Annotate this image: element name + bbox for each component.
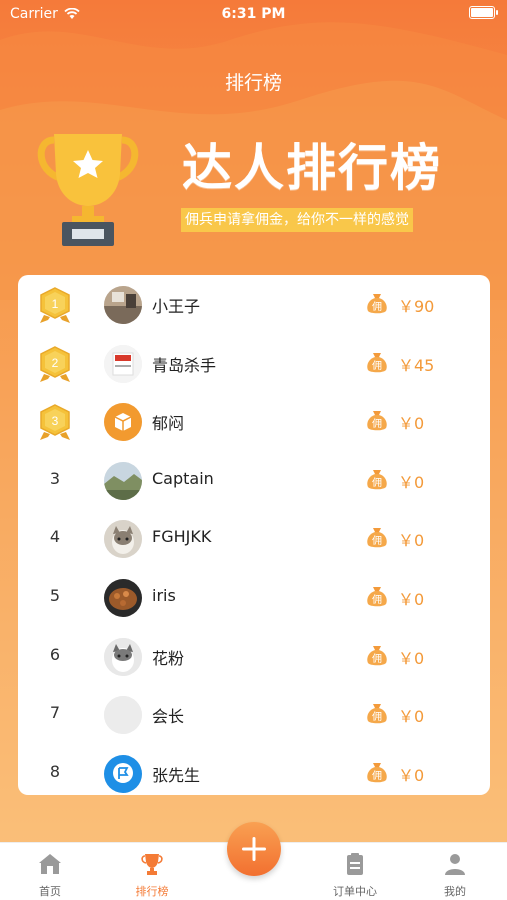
commission-amount: ￥45 bbox=[398, 355, 435, 375]
status-time: 6:31 PM bbox=[221, 6, 286, 22]
medal-icon: 3 bbox=[40, 404, 70, 441]
tab-ranking-label: 排行榜 bbox=[135, 885, 169, 898]
commission-amount: ￥0 bbox=[398, 590, 425, 609]
coin-label: 佣 bbox=[372, 418, 382, 430]
tab-mine-label: 我的 bbox=[444, 885, 466, 898]
commission-amount: ￥0 bbox=[398, 472, 425, 492]
medal-icon: 2 bbox=[40, 345, 70, 382]
commission-amount: ￥0 bbox=[398, 531, 425, 551]
avatar-image bbox=[104, 344, 142, 383]
avatar-image bbox=[104, 754, 142, 793]
rank-number: 3 bbox=[49, 468, 61, 488]
user-name: Captain bbox=[152, 468, 214, 488]
hero-subtitle: 佣兵申请拿佣金，给你不一样的感觉 bbox=[181, 208, 413, 232]
commission-amount: ￥0 bbox=[398, 414, 425, 434]
commission-bag-icon: 佣 bbox=[367, 528, 387, 548]
user-avatar[interactable] bbox=[104, 637, 142, 676]
rank-number: 6 bbox=[49, 644, 61, 664]
user-name: FGHJKK bbox=[152, 527, 212, 547]
avatar-image bbox=[104, 579, 142, 617]
avatar-image bbox=[104, 520, 142, 559]
commission-bag-icon: 佣 bbox=[367, 294, 387, 314]
commission-bag-icon: 佣 bbox=[367, 762, 387, 783]
ranking-row[interactable]: 2 青岛杀手 佣 ￥45 bbox=[18, 334, 490, 392]
commission-bag-icon: 佣 bbox=[367, 352, 387, 372]
rank-number: 8 bbox=[49, 761, 61, 781]
commission-amount: ￥0 bbox=[398, 765, 425, 785]
ranking-row[interactable]: 3 Captain 佣 ￥0 bbox=[18, 451, 490, 509]
trophy-icon bbox=[37, 134, 139, 246]
svg-text:2: 2 bbox=[52, 356, 59, 370]
user-avatar[interactable] bbox=[104, 696, 142, 735]
coin-label: 佣 bbox=[372, 594, 382, 606]
commission-bag-icon: 佣 bbox=[367, 469, 387, 490]
user-avatar[interactable] bbox=[104, 579, 142, 617]
user-avatar[interactable] bbox=[104, 403, 142, 442]
tab-home[interactable]: 首页 bbox=[0, 843, 100, 900]
coin-label: 佣 bbox=[372, 477, 382, 489]
coin-label: 佣 bbox=[372, 711, 382, 723]
user-name: 花粉 bbox=[152, 648, 185, 668]
commission-bag-icon: 佣 bbox=[367, 411, 387, 431]
ranking-row[interactable]: 4 FGHJKK 佣 ￥0 bbox=[18, 509, 490, 567]
rank-number: 4 bbox=[49, 527, 61, 547]
trophy-tab-icon bbox=[141, 854, 163, 875]
ranking-row[interactable]: 6 花粉 佣 ￥0 bbox=[18, 627, 490, 685]
user-icon bbox=[445, 854, 465, 875]
user-avatar[interactable] bbox=[104, 344, 142, 383]
rank-number: 7 bbox=[49, 703, 61, 723]
user-avatar[interactable] bbox=[104, 754, 142, 793]
tab-home-label: 首页 bbox=[39, 885, 61, 898]
ranking-row[interactable]: 7 会长 佣 ￥0 bbox=[18, 685, 490, 743]
user-name: 郁闷 bbox=[152, 414, 185, 434]
user-name: 青岛杀手 bbox=[152, 355, 217, 375]
avatar-image bbox=[104, 403, 142, 442]
user-avatar[interactable] bbox=[104, 520, 142, 559]
coin-label: 佣 bbox=[372, 770, 382, 782]
avatar-image bbox=[104, 286, 142, 324]
ranking-row[interactable]: 1 小王子 佣 ￥90 bbox=[18, 275, 490, 333]
medal-icon: 1 bbox=[40, 287, 70, 323]
tab-ranking[interactable]: 排行榜 bbox=[102, 843, 202, 900]
hero-title: 达人排行榜 bbox=[182, 139, 442, 197]
user-name: 小王子 bbox=[152, 297, 201, 316]
home-icon bbox=[39, 854, 61, 874]
coin-label: 佣 bbox=[372, 535, 382, 547]
status-bar: Carrier 6:31 PM bbox=[0, 0, 507, 30]
clipboard-icon bbox=[347, 853, 363, 875]
add-button[interactable] bbox=[227, 822, 281, 876]
avatar-image bbox=[104, 637, 142, 676]
user-name: 张先生 bbox=[152, 765, 201, 785]
commission-amount: ￥0 bbox=[398, 707, 425, 727]
avatar-image bbox=[104, 696, 142, 735]
commission-bag-icon: 佣 bbox=[367, 645, 387, 665]
user-name: 会长 bbox=[152, 707, 185, 727]
rank-number: 5 bbox=[49, 586, 61, 605]
page-title: 排行榜 bbox=[224, 72, 282, 94]
avatar-image bbox=[104, 461, 142, 500]
commission-bag-icon: 佣 bbox=[367, 587, 387, 607]
tab-mine[interactable]: 我的 bbox=[405, 843, 505, 900]
plus-icon bbox=[242, 837, 266, 861]
tab-orders-label: 订单中心 bbox=[333, 885, 377, 898]
commission-amount: ￥90 bbox=[398, 297, 435, 316]
commission-bag-icon: 佣 bbox=[367, 704, 387, 724]
ranking-list: 1 小王子 佣 ￥90 2 青岛杀手 佣 ￥45 3 郁闷 佣 ￥0 3 Cap… bbox=[18, 275, 490, 795]
user-avatar[interactable] bbox=[104, 461, 142, 500]
ranking-row[interactable]: 5 iris 佣 ￥0 bbox=[18, 568, 490, 626]
ranking-row[interactable]: 8 张先生 佣 ￥0 bbox=[18, 744, 490, 795]
coin-label: 佣 bbox=[372, 301, 382, 313]
user-name: iris bbox=[152, 586, 176, 605]
user-avatar[interactable] bbox=[104, 286, 142, 324]
ranking-row[interactable]: 3 郁闷 佣 ￥0 bbox=[18, 392, 490, 450]
svg-text:1: 1 bbox=[52, 297, 59, 311]
tab-orders[interactable]: 订单中心 bbox=[305, 843, 405, 900]
svg-text:3: 3 bbox=[52, 414, 59, 428]
commission-amount: ￥0 bbox=[398, 648, 425, 668]
coin-label: 佣 bbox=[372, 360, 382, 372]
coin-label: 佣 bbox=[372, 653, 382, 665]
battery-icon bbox=[469, 6, 498, 19]
